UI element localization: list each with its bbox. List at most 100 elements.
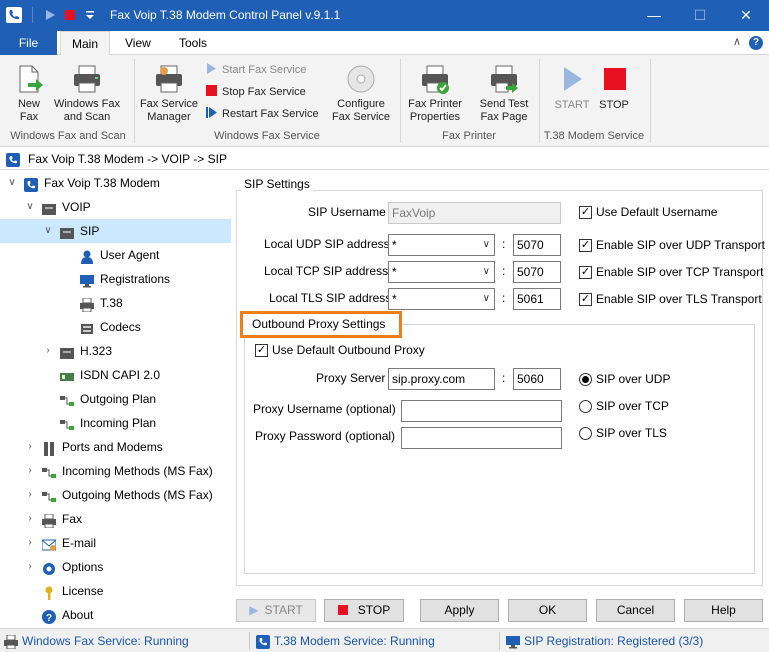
tree-label: Outgoing Methods (MS Fax) xyxy=(62,488,213,502)
configure-fax-service-button[interactable]: Configure Fax Service xyxy=(328,63,394,124)
qa-start-icon[interactable] xyxy=(44,7,56,23)
fax-service-manager-button[interactable]: Fax Service Manager xyxy=(138,63,200,124)
maximize-button[interactable]: ☐ xyxy=(677,0,723,31)
chevron-right-icon[interactable]: › xyxy=(24,555,36,579)
udp-address-label: Local UDP SIP address xyxy=(264,237,390,251)
key-icon xyxy=(42,584,56,600)
tree-label: SIP xyxy=(80,224,100,238)
collapse-ribbon-icon[interactable]: ∧ xyxy=(733,35,741,48)
tab-view[interactable]: View xyxy=(117,31,159,55)
tls-port-field[interactable]: 5061 xyxy=(513,288,561,310)
cancel-button[interactable]: Cancel xyxy=(596,599,675,622)
chevron-down-icon[interactable]: ∨ xyxy=(42,219,54,243)
stop-fax-service-button[interactable]: Stop Fax Service xyxy=(206,82,306,102)
sip-udp-radio[interactable] xyxy=(579,373,592,386)
help-button[interactable]: Help xyxy=(684,599,763,622)
apply-button[interactable]: Apply xyxy=(420,599,499,622)
enable-udp-checkbox[interactable]: ✓ xyxy=(579,239,592,252)
sip-tcp-radio[interactable] xyxy=(579,400,592,413)
proxy-settings-title: Outbound Proxy Settings xyxy=(252,317,386,331)
tree-item-ports-modems[interactable]: › Ports and Modems xyxy=(0,435,231,459)
start-button[interactable]: ▶ START xyxy=(236,599,316,622)
h323-icon xyxy=(60,344,74,359)
tree-item-codecs[interactable]: Codecs xyxy=(0,315,231,339)
proxy-password-field[interactable] xyxy=(401,427,562,449)
windows-fax-scan-button[interactable]: Windows Fax and Scan xyxy=(50,63,124,124)
sip-tcp-label: SIP over TCP xyxy=(596,399,669,413)
tree-label: Codecs xyxy=(100,320,141,334)
close-button[interactable]: ✕ xyxy=(723,0,769,31)
chevron-right-icon[interactable]: › xyxy=(24,435,36,459)
use-default-proxy-checkbox[interactable]: ✓ xyxy=(255,344,268,357)
tree-label: Incoming Plan xyxy=(80,416,157,430)
tree-label: License xyxy=(62,584,104,598)
printer-check-icon xyxy=(419,63,451,95)
printer-icon xyxy=(71,63,103,95)
ok-button[interactable]: OK xyxy=(508,599,587,622)
udp-port-field[interactable]: 5070 xyxy=(513,234,561,256)
tree-item-email[interactable]: › E-mail xyxy=(0,531,231,555)
enable-tcp-checkbox[interactable]: ✓ xyxy=(579,266,592,279)
chevron-right-icon[interactable]: › xyxy=(24,531,36,555)
tree-item-outgoing-plan[interactable]: Outgoing Plan xyxy=(0,387,231,411)
tree-item-registrations[interactable]: Registrations xyxy=(0,267,231,291)
proxy-username-field[interactable] xyxy=(401,400,562,422)
tree-item-t38[interactable]: T.38 xyxy=(0,291,231,315)
chevron-down-icon[interactable]: ∨ xyxy=(6,171,18,195)
sip-tls-radio[interactable] xyxy=(579,427,592,440)
proxy-port-field[interactable]: 5060 xyxy=(513,368,561,390)
stop-button[interactable]: STOP xyxy=(324,599,404,622)
tree-label: Incoming Methods (MS Fax) xyxy=(62,464,213,478)
enable-tls-checkbox[interactable]: ✓ xyxy=(579,293,592,306)
proxy-server-field[interactable]: sip.proxy.com xyxy=(388,368,495,390)
tree-item-isdn[interactable]: ISDN CAPI 2.0 xyxy=(0,363,231,387)
tab-file[interactable]: File xyxy=(0,31,57,55)
tab-tools[interactable]: Tools xyxy=(171,31,215,55)
stop-modem-button[interactable]: STOP xyxy=(596,63,632,112)
app-phone-icon xyxy=(6,7,22,23)
tree-label: Fax Voip T.38 Modem xyxy=(44,176,160,190)
tree-item-incoming-methods[interactable]: › Incoming Methods (MS Fax) xyxy=(0,459,231,483)
stop-icon xyxy=(337,605,348,615)
chevron-right-icon[interactable]: › xyxy=(24,459,36,483)
chevron-right-icon[interactable]: › xyxy=(24,483,36,507)
chevron-right-icon[interactable]: › xyxy=(24,507,36,531)
start-fax-service-button[interactable]: Start Fax Service xyxy=(206,60,306,80)
tree-label: T.38 xyxy=(100,296,123,310)
sip-tls-label: SIP over TLS xyxy=(596,426,667,440)
qa-stop-icon[interactable] xyxy=(64,7,76,23)
codecs-icon xyxy=(80,320,94,334)
tab-main[interactable]: Main xyxy=(60,31,110,56)
minimize-button[interactable]: — xyxy=(631,0,677,31)
tree-item-user-agent[interactable]: User Agent xyxy=(0,243,231,267)
chevron-down-icon[interactable]: ∨ xyxy=(24,195,36,219)
udp-address-combo[interactable]: * ∨ xyxy=(388,234,495,256)
tree-item-fax[interactable]: › Fax xyxy=(0,507,231,531)
send-test-fax-button[interactable]: Send Test Fax Page xyxy=(474,63,534,124)
sip-username-field[interactable]: FaxVoip xyxy=(388,202,561,224)
tree-item-root[interactable]: ∨ Fax Voip T.38 Modem xyxy=(0,171,231,195)
tree-item-incoming-plan[interactable]: Incoming Plan xyxy=(0,411,231,435)
chevron-right-icon[interactable]: › xyxy=(42,339,54,363)
tcp-port-field[interactable]: 5070 xyxy=(513,261,561,283)
monitor-icon xyxy=(506,633,520,649)
tree-item-options[interactable]: › Options xyxy=(0,555,231,579)
tree-label: Fax xyxy=(62,512,83,526)
use-default-username-checkbox[interactable]: ✓ xyxy=(579,206,592,219)
tree-item-voip[interactable]: ∨ VOIP xyxy=(0,195,231,219)
restart-fax-service-button[interactable]: Restart Fax Service xyxy=(206,104,319,124)
tree-label: H.323 xyxy=(80,344,113,358)
fax-printer-properties-button[interactable]: Fax Printer Properties xyxy=(404,63,466,124)
tree-item-about[interactable]: ? About xyxy=(0,603,231,627)
tree-item-license[interactable]: License xyxy=(0,579,231,603)
tree-item-sip[interactable]: ∨ SIP xyxy=(0,219,231,243)
tree-item-outgoing-methods[interactable]: › Outgoing Methods (MS Fax) xyxy=(0,483,231,507)
tls-address-combo[interactable]: * ∨ xyxy=(388,288,495,310)
qa-customize-icon[interactable] xyxy=(84,7,96,23)
help-icon[interactable]: ? xyxy=(749,36,763,50)
new-fax-button[interactable]: New Fax xyxy=(10,63,48,124)
enable-tls-label: Enable SIP over TLS Transport xyxy=(596,292,762,306)
start-modem-button[interactable]: START xyxy=(552,63,592,112)
tcp-address-combo[interactable]: * ∨ xyxy=(388,261,495,283)
tree-item-h323[interactable]: › H.323 xyxy=(0,339,231,363)
